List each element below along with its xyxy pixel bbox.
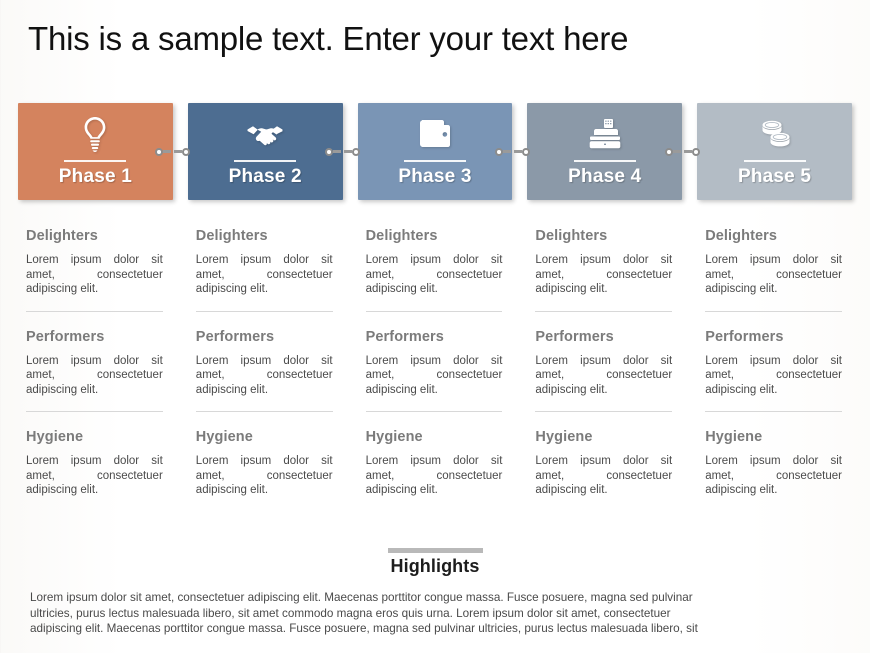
content-column-5: Delighters Lorem ipsum dolor sit amet, c…	[697, 228, 852, 498]
link-ring-left	[494, 147, 503, 156]
link-ring-left	[155, 147, 164, 156]
section-separator	[195, 411, 333, 412]
section-heading-hygiene: Hygiene	[705, 429, 763, 445]
section-separator	[705, 310, 842, 312]
section-separator	[535, 310, 673, 312]
section-separator	[365, 310, 503, 312]
phase-divider-rule	[234, 160, 297, 162]
section-heading-performers: Performers	[195, 328, 275, 345]
section-body-delighters: Lorem ipsum dolor sit amet, consectetuer…	[365, 254, 503, 295]
content-column-3: Delighters Lorem ipsum dolor sit amet, c…	[358, 228, 513, 498]
highlights-header: Highlights	[0, 548, 870, 577]
phase-box-5[interactable]: Phase 5	[697, 103, 852, 200]
phase-box-3[interactable]: Phase 3	[357, 103, 530, 200]
highlights-body: Lorem ipsum dolor sit amet, consectetuer…	[30, 590, 838, 637]
content-column-4: Delighters Lorem ipsum dolor sit amet, c…	[527, 228, 682, 498]
highlights-accent-bar	[387, 548, 483, 553]
section-body-delighters: Lorem ipsum dolor sit amet, consectetuer…	[535, 254, 673, 295]
link-ring-left	[325, 147, 334, 156]
phase-box-2[interactable]: Phase 2	[187, 103, 361, 200]
phase-divider-rule	[403, 160, 466, 162]
link-bar	[683, 150, 692, 153]
section-heading-hygiene: Hygiene	[365, 429, 423, 445]
link-bar	[174, 150, 183, 153]
section-body-hygiene: Lorem ipsum dolor sit amet, consectetuer…	[365, 455, 503, 496]
section-separator	[26, 411, 163, 412]
section-body-hygiene: Lorem ipsum dolor sit amet, consectetuer…	[705, 455, 842, 496]
phase-divider-rule	[64, 160, 127, 162]
highlights-title: Highlights	[390, 556, 480, 576]
phase-divider-rule	[743, 160, 806, 162]
section-body-delighters: Lorem ipsum dolor sit amet, consectetuer…	[195, 254, 333, 295]
chain-link-connector-1	[155, 147, 191, 157]
cash-register-icon	[587, 114, 623, 154]
highlights-line-1: Lorem ipsum dolor sit amet, consectetuer…	[30, 591, 693, 604]
section-heading-delighters: Delighters	[705, 228, 778, 244]
section-body-performers: Lorem ipsum dolor sit amet, consectetuer…	[535, 354, 673, 396]
section-heading-performers: Performers	[365, 328, 444, 345]
section-heading-performers: Performers	[705, 328, 784, 345]
section-heading-delighters: Delighters	[195, 228, 268, 244]
link-ring-right	[691, 147, 700, 156]
section-separator	[365, 411, 503, 412]
phase-divider-rule	[573, 160, 636, 162]
link-bar	[163, 150, 172, 153]
section-heading-performers: Performers	[26, 328, 105, 345]
wallet-icon	[418, 114, 452, 154]
content-column-1: Delighters Lorem ipsum dolor sit amet, c…	[18, 228, 173, 498]
link-bar	[502, 150, 511, 153]
chain-link-connector-3	[494, 147, 530, 157]
section-heading-performers: Performers	[535, 328, 614, 345]
page-title: This is a sample text. Enter your text h…	[28, 20, 629, 57]
section-body-hygiene: Lorem ipsum dolor sit amet, consectetuer…	[26, 455, 163, 496]
link-ring-right	[352, 147, 361, 156]
section-body-performers: Lorem ipsum dolor sit amet, consectetuer…	[365, 354, 503, 396]
highlights-line-3: adipiscing elit. Maecenas porttitor cong…	[30, 622, 698, 635]
link-bar	[344, 150, 353, 153]
section-separator	[705, 411, 842, 412]
section-heading-delighters: Delighters	[26, 228, 98, 244]
highlights-line-2: ultricies, purus lectus malesuada libero…	[30, 606, 671, 620]
section-separator	[195, 310, 333, 312]
coins-icon	[757, 114, 793, 154]
section-separator	[535, 411, 673, 412]
chain-link-connector-2	[325, 147, 361, 157]
phase-label-2: Phase 2	[228, 166, 302, 187]
link-ring-right	[521, 147, 530, 156]
section-body-hygiene: Lorem ipsum dolor sit amet, consectetuer…	[195, 455, 333, 496]
link-bar	[513, 150, 522, 153]
content-columns: Delighters Lorem ipsum dolor sit amet, c…	[18, 228, 852, 498]
slide-canvas: This is a sample text. Enter your text h…	[0, 0, 870, 653]
section-heading-hygiene: Hygiene	[535, 429, 593, 445]
section-body-performers: Lorem ipsum dolor sit amet, consectetuer…	[705, 354, 842, 396]
section-heading-hygiene: Hygiene	[26, 429, 84, 445]
handshake-icon	[246, 114, 284, 154]
section-body-delighters: Lorem ipsum dolor sit amet, consectetuer…	[705, 254, 842, 295]
chain-link-connector-4	[664, 147, 700, 157]
phase-label-1: Phase 1	[58, 166, 133, 187]
link-ring-right	[182, 147, 191, 156]
phase-row: Phase 1 Phase 2 Phase 3 Phase 4 Phase 5	[18, 103, 852, 200]
link-bar	[333, 150, 342, 153]
section-body-delighters: Lorem ipsum dolor sit amet, consectetuer…	[26, 254, 163, 295]
phase-label-4: Phase 4	[568, 166, 642, 187]
section-heading-delighters: Delighters	[365, 228, 438, 244]
section-body-hygiene: Lorem ipsum dolor sit amet, consectetuer…	[535, 455, 673, 496]
phase-box-4[interactable]: Phase 4	[527, 103, 700, 200]
section-body-performers: Lorem ipsum dolor sit amet, consectetuer…	[26, 354, 163, 396]
lightbulb-icon	[80, 114, 110, 154]
phase-label-3: Phase 3	[398, 166, 472, 187]
content-column-2: Delighters Lorem ipsum dolor sit amet, c…	[188, 228, 343, 498]
link-ring-left	[664, 147, 673, 156]
link-bar	[672, 150, 681, 153]
section-heading-hygiene: Hygiene	[195, 429, 253, 445]
section-separator	[26, 310, 163, 312]
section-heading-delighters: Delighters	[535, 228, 608, 244]
phase-box-1[interactable]: Phase 1	[18, 103, 191, 200]
section-body-performers: Lorem ipsum dolor sit amet, consectetuer…	[195, 354, 333, 396]
phase-label-5: Phase 5	[737, 166, 812, 187]
